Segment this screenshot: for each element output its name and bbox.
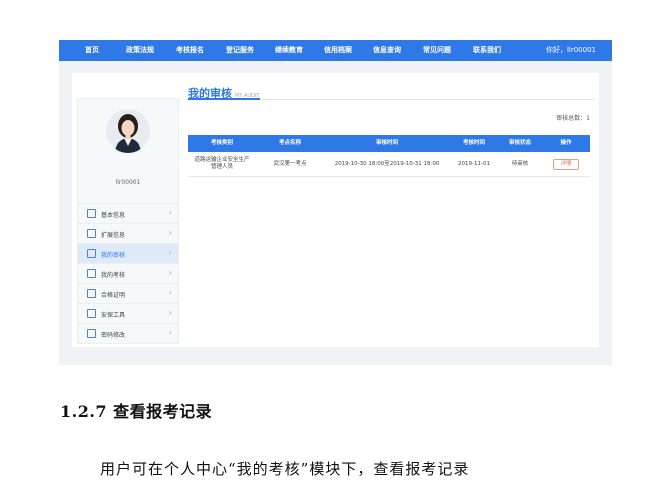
cell-site: 武汉第一考点 xyxy=(273,160,307,167)
sidebar-item-label: 安保工具 xyxy=(101,312,126,319)
sidebar-item-my-audit[interactable]: 我的审核 › xyxy=(78,243,178,263)
detail-button[interactable]: 详情 xyxy=(553,158,579,170)
sidebar-item-extended-info[interactable]: 扩展信息 › xyxy=(78,223,178,243)
certificate-icon xyxy=(87,289,96,298)
sidebar-item-label: 密码修改 xyxy=(101,332,126,339)
table-header: 考核类别 考点名称 审核时间 考核时间 审核状态 操作 xyxy=(188,135,590,152)
nav-exam-registration[interactable]: 考核报名 xyxy=(176,40,204,61)
audit-content: 我的审核 MY AUDIT 审核总数：1 考核类别 考点名称 审核时间 考核时间 … xyxy=(186,73,594,347)
sidebar-item-basic-info[interactable]: 基本信息 › xyxy=(78,203,178,223)
sidebar-item-label: 基本信息 xyxy=(101,212,126,219)
sidebar-item-security-tools[interactable]: 安保工具 › xyxy=(78,303,178,323)
chevron-right-icon: › xyxy=(168,288,172,297)
section-heading: 1.2.7 查看报考记录 xyxy=(60,402,213,421)
lock-icon xyxy=(87,329,96,338)
cell-status: 待审核 xyxy=(511,160,529,167)
column-header-action: 操作 xyxy=(560,140,572,146)
sidebar-item-label: 扩展信息 xyxy=(101,232,126,239)
nav-continuing-education[interactable]: 继续教育 xyxy=(275,40,303,61)
audit-table: 考核类别 考点名称 审核时间 考核时间 审核状态 操作 道路运输企业安全生产管理… xyxy=(188,135,590,177)
cell-exam-time: 2019-11-01 xyxy=(458,160,490,167)
user-exam-icon xyxy=(87,269,96,278)
cell-category: 道路运输企业安全生产管理人员 xyxy=(194,157,250,170)
column-header-audit-time: 审核时间 xyxy=(375,140,398,146)
chevron-right-icon: › xyxy=(168,248,172,257)
sidebar-item-my-exams[interactable]: 我的考核 › xyxy=(78,263,178,283)
sidebar-item-certificate[interactable]: 合格证明 › xyxy=(78,283,178,303)
nav-home[interactable]: 首页 xyxy=(85,40,99,61)
audit-count: 审核总数：1 xyxy=(556,115,590,122)
document-edit-icon xyxy=(87,229,96,238)
top-navigation-bar: 首页 政策法规 考核报名 登记服务 继续教育 信用档案 信息查询 常见问题 联系… xyxy=(59,40,612,61)
chevron-right-icon: › xyxy=(168,208,172,217)
nav-contact-us[interactable]: 联系我们 xyxy=(473,40,501,61)
sidebar-item-label: 我的考核 xyxy=(101,272,126,279)
chevron-right-icon: › xyxy=(168,328,172,337)
chevron-right-icon: › xyxy=(168,228,172,237)
avatar xyxy=(106,109,150,153)
cell-audit-time: 2019-10-30 18:00至2019-10-31 18:00 xyxy=(334,160,440,167)
screenshot-frame: 首页 政策法规 考核报名 登记服务 继续教育 信用档案 信息查询 常见问题 联系… xyxy=(59,40,612,365)
nav-faq[interactable]: 常见问题 xyxy=(423,40,451,61)
shield-icon xyxy=(87,309,96,318)
sidebar-item-change-password[interactable]: 密码修改 › xyxy=(78,323,178,343)
chevron-right-icon: › xyxy=(168,268,172,277)
chevron-right-icon: › xyxy=(168,308,172,317)
nav-policy[interactable]: 政策法规 xyxy=(126,40,154,61)
title-underline xyxy=(188,98,260,100)
sidebar-item-label: 合格证明 xyxy=(101,292,126,299)
table-row: 道路运输企业安全生产管理人员 武汉第一考点 2019-10-30 18:00至2… xyxy=(188,152,590,177)
user-greeting[interactable]: 你好，llr00001 xyxy=(546,40,596,61)
sidebar-menu: 基本信息 › 扩展信息 › 我的审核 › 我的考核 › 合格证明 › 安保工具 … xyxy=(78,203,178,343)
nav-credit-records[interactable]: 信用档案 xyxy=(324,40,352,61)
sidebar-item-label: 我的审核 xyxy=(101,252,126,259)
section-title: 我的审核 MY AUDIT xyxy=(188,82,259,100)
audit-icon xyxy=(87,249,96,258)
sidebar-username: llr00001 xyxy=(115,179,141,186)
column-header-category: 考核类别 xyxy=(210,140,233,146)
column-header-exam-time: 考核时间 xyxy=(462,140,485,146)
avatar-portrait-icon xyxy=(106,109,150,153)
nav-info-query[interactable]: 信息查询 xyxy=(373,40,401,61)
cell-action: 详情 xyxy=(542,152,590,176)
user-sidebar: llr00001 基本信息 › 扩展信息 › 我的审核 › 我的考核 › 合格证… xyxy=(77,98,179,344)
nav-registration-service[interactable]: 登记服务 xyxy=(226,40,254,61)
profile-icon xyxy=(87,209,96,218)
column-header-status: 审核状态 xyxy=(508,140,531,146)
body-paragraph: 用户可在个人中心“我的考核”模块下，查看报考记录 xyxy=(100,460,470,478)
column-header-site: 考点名称 xyxy=(278,140,301,146)
main-panel: llr00001 基本信息 › 扩展信息 › 我的审核 › 我的考核 › 合格证… xyxy=(72,73,599,347)
